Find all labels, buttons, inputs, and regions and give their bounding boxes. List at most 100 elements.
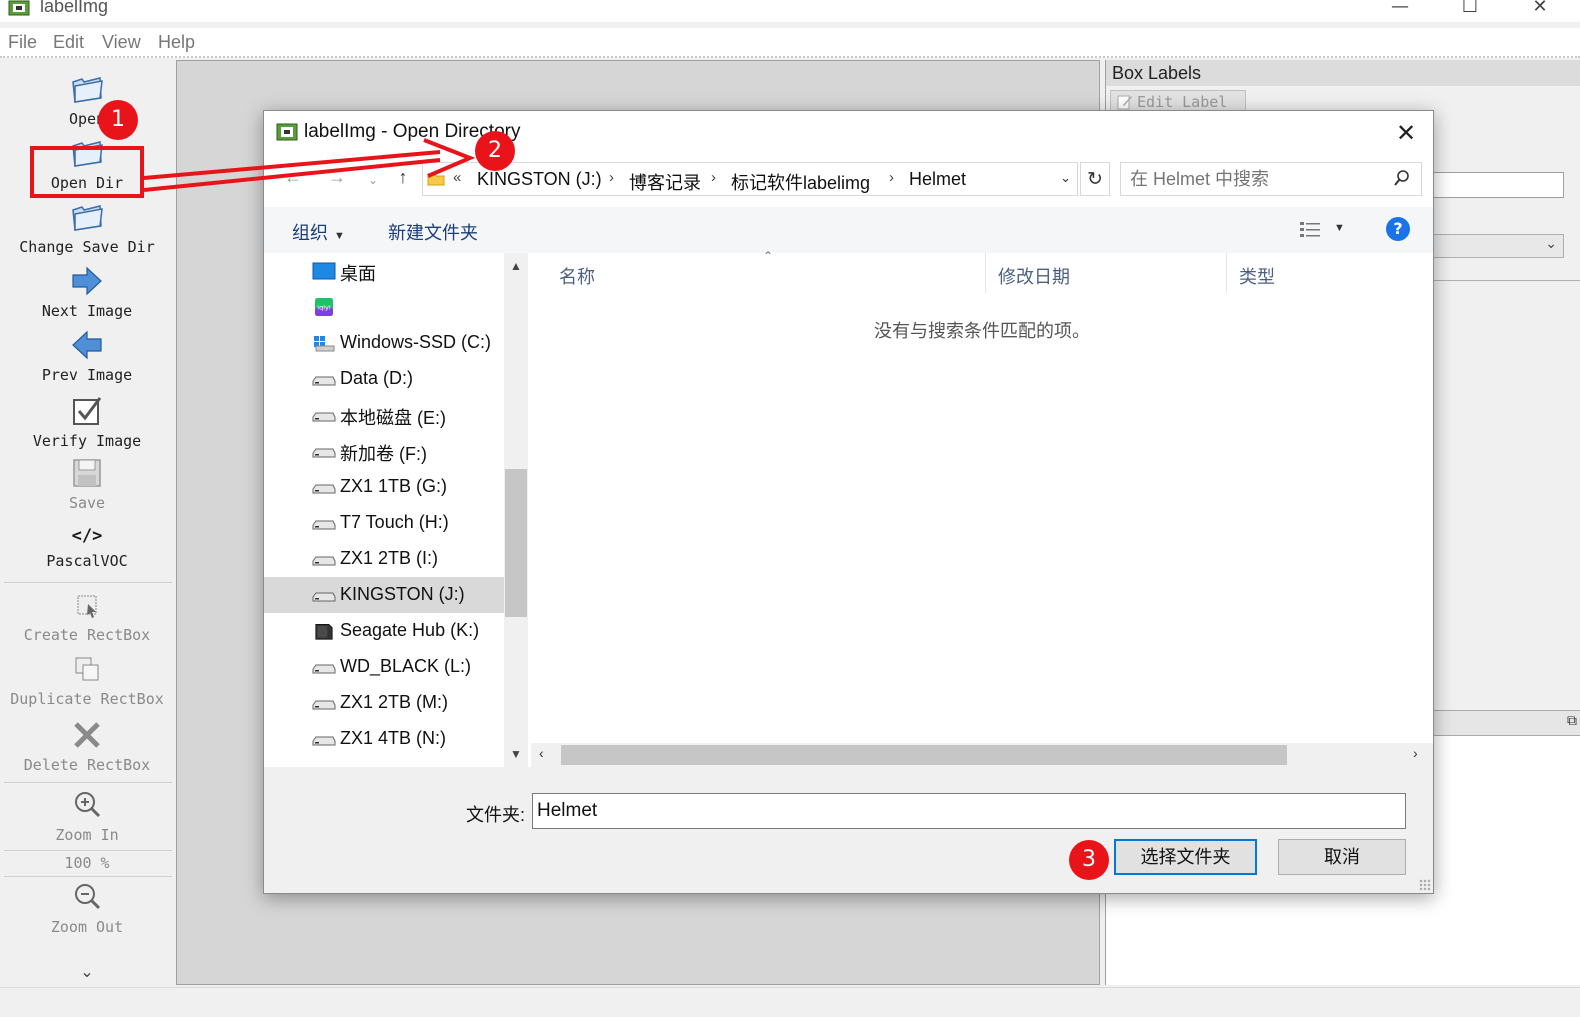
select-folder-button[interactable]: 选择文件夹 — [1114, 839, 1257, 875]
tree-item-drive-d[interactable]: Data (D:) — [264, 361, 504, 397]
search-box[interactable] — [1120, 162, 1422, 196]
checkbox-icon — [73, 397, 102, 425]
toolbar-divider — [4, 850, 172, 851]
chevron-right-icon[interactable]: › — [609, 169, 614, 186]
tree-item-drive-k[interactable]: Seagate Hub (K:) — [264, 613, 504, 649]
open-dir-label: Open Dir — [50, 174, 124, 192]
up-arrow-icon[interactable]: ↑ — [390, 167, 416, 188]
app-title: labelImg — [40, 0, 109, 16]
tree-item-iqiyi[interactable]: iqiyi — [264, 289, 504, 325]
chevron-down-icon[interactable]: ⌄ — [1060, 170, 1071, 186]
refresh-button[interactable]: ↻ — [1080, 162, 1110, 196]
column-divider[interactable] — [1226, 253, 1227, 293]
arrow-left-icon — [72, 330, 102, 360]
help-icon[interactable]: ? — [1386, 217, 1410, 241]
tree-item-drive-f[interactable]: 新加卷 (F:) — [264, 433, 504, 469]
tree-item-drive-g[interactable]: ZX1 1TB (G:) — [264, 469, 504, 505]
resize-grip[interactable] — [1419, 879, 1431, 891]
tree-item-drive-j[interactable]: KINGSTON (J:) — [264, 577, 504, 613]
tree-item-drive-e[interactable]: 本地磁盘 (E:) — [264, 397, 504, 433]
tree-item-drive-n[interactable]: ZX1 4TB (N:) — [264, 721, 504, 757]
drive-icon — [312, 736, 336, 746]
column-divider[interactable] — [985, 253, 986, 293]
view-options-icon[interactable] — [1298, 219, 1322, 241]
delete-rectbox-button[interactable]: Delete RectBox — [0, 718, 174, 774]
tree-item-drive-c[interactable]: Windows-SSD (C:) — [264, 325, 504, 361]
scroll-left-icon[interactable]: ‹ — [539, 745, 544, 761]
create-rectbox-button[interactable]: Create RectBox — [0, 588, 174, 644]
menu-edit[interactable]: Edit — [53, 32, 84, 53]
next-image-button[interactable]: Next Image — [0, 264, 174, 320]
tree-item-drive-h[interactable]: T7 Touch (H:) — [264, 505, 504, 541]
open-button[interactable]: Open — [0, 72, 174, 128]
change-save-dir-button[interactable]: Change Save Dir — [0, 200, 174, 256]
toolbar-expand-button[interactable]: ⌄ — [0, 962, 174, 981]
menu-bar: File Edit View Help — [0, 28, 1580, 58]
breadcrumb-item[interactable]: 博客记录 — [629, 169, 701, 195]
cancel-button[interactable]: 取消 — [1278, 839, 1406, 875]
scroll-up-icon[interactable]: ▲ — [504, 259, 528, 273]
arrow-right-icon — [72, 266, 102, 296]
zoom-out-button[interactable]: Zoom Out — [0, 880, 174, 936]
column-header-type[interactable]: 类型 — [1239, 263, 1275, 289]
menu-help[interactable]: Help — [158, 32, 195, 53]
tree-item-drive-i[interactable]: ZX1 2TB (I:) — [264, 541, 504, 577]
breadcrumb-item[interactable]: Helmet — [909, 169, 966, 190]
address-bar[interactable]: « KINGSTON (J:) › 博客记录 › 标记软件labelimg › … — [422, 162, 1078, 196]
chevron-right-icon[interactable]: › — [711, 169, 716, 186]
tree-item-drive-m[interactable]: ZX1 2TB (M:) — [264, 685, 504, 721]
empty-message: 没有与搜索条件匹配的项。 — [874, 321, 1090, 341]
chevron-right-icon[interactable]: › — [889, 169, 894, 186]
default-label-input[interactable] — [1426, 172, 1564, 198]
save-button[interactable]: Save — [0, 456, 174, 512]
chevron-down-icon: ⌄ — [1545, 236, 1557, 252]
drive-icon — [312, 448, 336, 458]
scrollbar-thumb[interactable] — [505, 469, 527, 617]
menu-file[interactable]: File — [8, 32, 37, 53]
caret-down-icon[interactable]: ▼ — [1334, 222, 1345, 234]
tree-item-drive-l[interactable]: WD_BLACK (L:) — [264, 649, 504, 685]
column-header-name[interactable]: 名称 — [559, 263, 595, 289]
drive-icon — [312, 592, 336, 602]
toolbar-divider — [4, 582, 172, 583]
verify-image-button[interactable]: Verify Image — [0, 394, 174, 450]
windows-drive-icon — [314, 336, 335, 352]
zoom-in-button[interactable]: Zoom In — [0, 788, 174, 844]
svg-text:iqiyi: iqiyi — [317, 303, 331, 311]
zoom-level-field[interactable]: 100 % — [0, 854, 174, 872]
search-input[interactable] — [1121, 163, 1381, 195]
tree-item-desktop[interactable]: 桌面 — [264, 253, 504, 289]
label-filter-combo[interactable]: ⌄ — [1426, 234, 1564, 258]
float-panel-icon[interactable]: ⧉ — [1567, 713, 1577, 729]
organize-menu[interactable]: 组织 ▼ — [292, 219, 345, 245]
tree-scrollbar[interactable]: ▲ ▼ — [504, 253, 528, 767]
scroll-down-icon[interactable]: ▼ — [504, 747, 528, 761]
column-header-modified[interactable]: 修改日期 — [998, 263, 1070, 289]
format-toggle-button[interactable]: </> PascalVOC — [0, 524, 174, 570]
new-folder-button[interactable]: 新建文件夹 — [388, 219, 478, 245]
maximize-button[interactable]: ☐ — [1450, 0, 1490, 18]
duplicate-rectbox-button[interactable]: Duplicate RectBox — [0, 652, 174, 708]
open-dir-button[interactable]: Open Dir — [0, 136, 174, 192]
scroll-right-icon[interactable]: › — [1413, 745, 1418, 761]
tree-item-label: KINGSTON (J:) — [340, 584, 465, 604]
folder-label: 文件夹: — [466, 805, 526, 825]
folder-name-input[interactable] — [532, 793, 1406, 829]
forward-arrow-icon[interactable]: → — [324, 167, 350, 188]
breadcrumb-item[interactable]: KINGSTON (J:) — [477, 169, 602, 190]
drive-icon — [312, 484, 336, 494]
back-arrow-icon[interactable]: ← — [280, 167, 306, 188]
recent-locations-icon[interactable]: ⌄ — [360, 173, 386, 187]
sort-ascending-icon: ⌃ — [763, 249, 774, 263]
prev-image-button[interactable]: Prev Image — [0, 328, 174, 384]
file-list-hscrollbar[interactable]: ‹ › — [531, 743, 1433, 767]
close-window-button[interactable]: ✕ — [1520, 0, 1560, 18]
toolbar-divider — [4, 782, 172, 783]
breadcrumb-item[interactable]: 标记软件labelimg — [731, 169, 870, 195]
verify-image-label: Verify Image — [32, 432, 142, 450]
scrollbar-thumb[interactable] — [561, 745, 1287, 765]
breadcrumb-overflow[interactable]: « — [453, 169, 461, 186]
menu-view[interactable]: View — [102, 32, 141, 53]
minimize-button[interactable]: — — [1380, 0, 1420, 18]
dialog-close-button[interactable]: ✕ — [1391, 119, 1421, 147]
